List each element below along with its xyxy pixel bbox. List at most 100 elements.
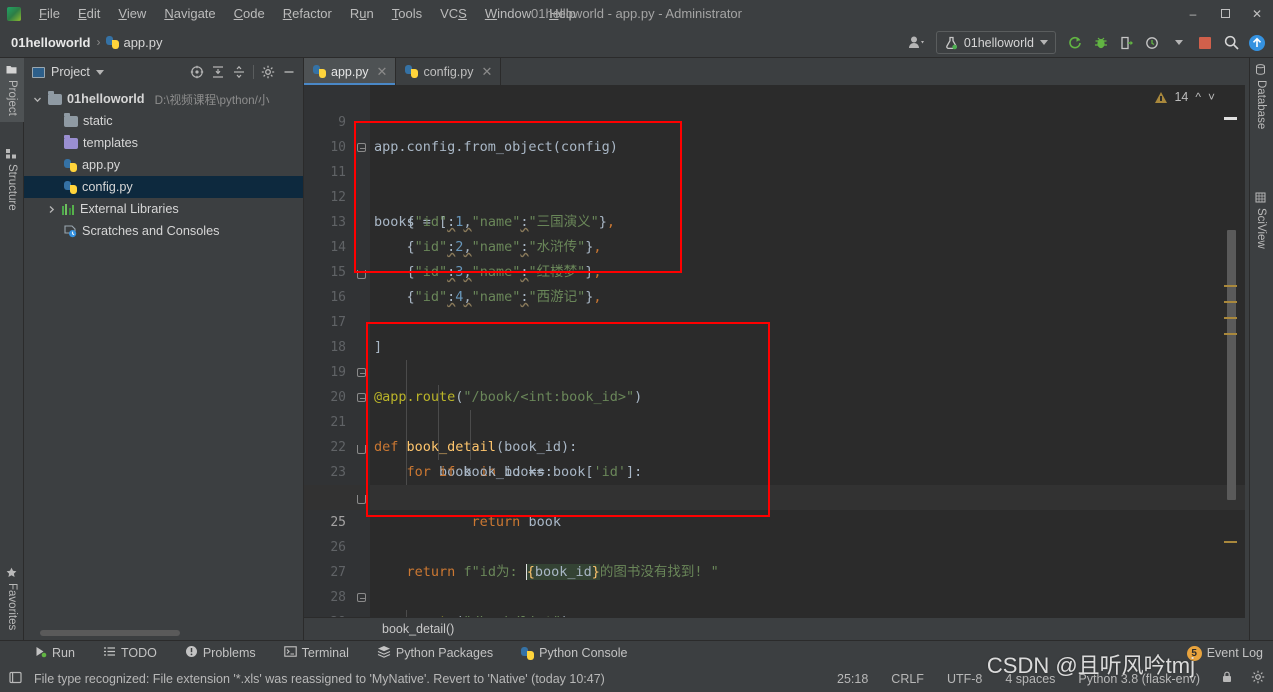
file-encoding[interactable]: UTF-8 [944, 670, 985, 688]
fold-marker-icon[interactable] [356, 142, 367, 153]
bottom-tab-terminal[interactable]: Terminal [280, 643, 353, 663]
coverage-icon[interactable] [1115, 31, 1139, 55]
menu-view[interactable]: View [109, 3, 155, 24]
scroll-from-source-icon[interactable] [187, 62, 207, 82]
python-file-icon [106, 35, 120, 49]
breadcrumb-file[interactable]: app.py [106, 34, 163, 50]
caret-position[interactable]: 25:18 [834, 670, 871, 688]
tool-tab-project-label: Project [6, 80, 18, 116]
expand-all-icon[interactable] [229, 62, 249, 82]
menu-run[interactable]: Run [341, 3, 383, 24]
project-panel-title[interactable]: Project [32, 65, 104, 79]
python-file-icon [64, 180, 77, 194]
stop-icon[interactable] [1193, 31, 1217, 55]
menu-navigate[interactable]: Navigate [155, 3, 224, 24]
maximize-button[interactable] [1209, 0, 1241, 27]
tree-node-label: 01helloworld [67, 92, 145, 106]
tool-tab-structure[interactable]: Structure [0, 142, 24, 217]
menu-tools[interactable]: Tools [383, 3, 431, 24]
warning-marker [1224, 333, 1237, 335]
inspection-widget[interactable]: 14 ^ ˅ [1155, 90, 1215, 104]
warning-marker [1224, 285, 1237, 287]
chevron-down-icon[interactable] [32, 94, 43, 105]
tool-tab-favorites[interactable]: Favorites [0, 561, 24, 636]
pycharm-window: File Edit View Navigate Code Refactor Ru… [0, 0, 1273, 692]
gear-icon[interactable] [1251, 670, 1265, 687]
menu-code[interactable]: Code [225, 3, 274, 24]
debug-icon[interactable] [1089, 31, 1113, 55]
bottom-tab-run[interactable]: Run [30, 643, 79, 663]
bottom-tab-todo[interactable]: TODO [99, 643, 161, 663]
breadcrumb-file-label: app.py [123, 34, 163, 50]
menu-window[interactable]: Window [476, 3, 540, 24]
editor-tab-app-py[interactable]: app.py ✕ [304, 58, 397, 85]
problems-icon [185, 645, 198, 661]
bottom-tab-python-console[interactable]: Python Console [517, 644, 631, 662]
menu-edit[interactable]: Edit [69, 3, 109, 24]
code-line-26: 26 [304, 510, 1245, 555]
project-tool-window: Project 01helloworld D:\视频课程\python/小 st… [24, 58, 304, 640]
tool-tab-database[interactable]: Database [1249, 58, 1273, 135]
search-icon[interactable] [1219, 31, 1243, 55]
fold-marker-icon[interactable] [356, 392, 367, 403]
tool-tab-project[interactable]: Project [0, 58, 24, 122]
tree-node-static[interactable]: static [24, 110, 303, 132]
collapse-all-icon[interactable] [208, 62, 228, 82]
tree-node-config-py[interactable]: config.py [24, 176, 303, 198]
fold-end-marker-icon[interactable] [356, 269, 367, 280]
fold-marker-icon[interactable] [356, 592, 367, 603]
tree-node-scratches[interactable]: Scratches and Consoles [24, 220, 303, 242]
lock-icon[interactable] [1220, 670, 1234, 687]
menu-vcs[interactable]: VCS [431, 3, 476, 24]
code-editor[interactable]: 9 app.config.from_object(config) 10 11 b… [304, 85, 1245, 640]
code-line-24: 24 [304, 460, 1245, 505]
tool-tab-sciview[interactable]: SciView [1249, 186, 1273, 255]
tree-node-app-py[interactable]: app.py [24, 154, 303, 176]
toolbar-actions: 01helloworld [905, 27, 1269, 58]
scrollbar-thumb[interactable] [1227, 230, 1236, 500]
fold-end-marker-icon[interactable] [356, 494, 367, 505]
minimize-button[interactable]: – [1177, 0, 1209, 27]
chevron-right-icon[interactable] [46, 204, 57, 215]
fold-marker-icon[interactable] [356, 367, 367, 378]
status-message[interactable]: File type recognized: File extension '*.… [31, 670, 608, 688]
line-separator[interactable]: CRLF [888, 670, 927, 688]
hide-panel-icon[interactable] [279, 62, 299, 82]
library-icon [62, 203, 75, 215]
next-problem-icon[interactable]: ˅ [1208, 90, 1215, 104]
fold-end-marker-icon[interactable] [356, 444, 367, 455]
warning-marker [1224, 541, 1237, 543]
previous-problem-icon[interactable]: ^ [1195, 90, 1201, 104]
menu-file[interactable]: File [30, 3, 69, 24]
run-configuration-selector[interactable]: 01helloworld [935, 31, 1056, 54]
code-line-28: 28 @app.route("/book/list") [304, 560, 1245, 630]
editor-breadcrumb-label[interactable]: book_detail() [382, 622, 454, 636]
sciview-icon [1255, 192, 1267, 203]
gear-icon[interactable] [258, 62, 278, 82]
editor-scrollbar[interactable] [1223, 85, 1237, 640]
profile-icon[interactable] [1141, 31, 1165, 55]
close-icon[interactable]: ✕ [481, 64, 492, 80]
update-icon[interactable] [1245, 31, 1269, 55]
profile-chevron-icon[interactable] [1167, 31, 1191, 55]
close-icon[interactable]: ✕ [377, 64, 388, 80]
python-interpreter[interactable]: Python 3.8 (flask-env) [1075, 670, 1203, 688]
close-button[interactable]: ✕ [1241, 0, 1273, 27]
indent-setting[interactable]: 4 spaces [1002, 670, 1058, 688]
editor-tab-config-py[interactable]: config.py ✕ [396, 58, 502, 85]
tree-node-templates[interactable]: templates [24, 132, 303, 154]
project-horizontal-scrollbar[interactable] [40, 630, 180, 636]
menu-help[interactable]: Help [540, 3, 585, 24]
tree-node-01helloworld[interactable]: 01helloworld D:\视频课程\python/小 [24, 88, 303, 110]
user-icon[interactable] [905, 31, 929, 55]
menu-refactor[interactable]: Refactor [274, 3, 341, 24]
bottom-tab-python-packages[interactable]: Python Packages [373, 643, 497, 663]
breadcrumb: 01helloworld › app.py [0, 35, 163, 50]
packages-icon [377, 645, 391, 661]
rerun-icon[interactable] [1063, 31, 1087, 55]
tree-node-external-libraries[interactable]: External Libraries [24, 198, 303, 220]
todo-icon [103, 645, 116, 661]
breadcrumb-project[interactable]: 01helloworld [11, 35, 90, 50]
bottom-tab-problems[interactable]: Problems [181, 643, 260, 663]
event-log-button[interactable]: 5 Event Log [1186, 645, 1263, 661]
